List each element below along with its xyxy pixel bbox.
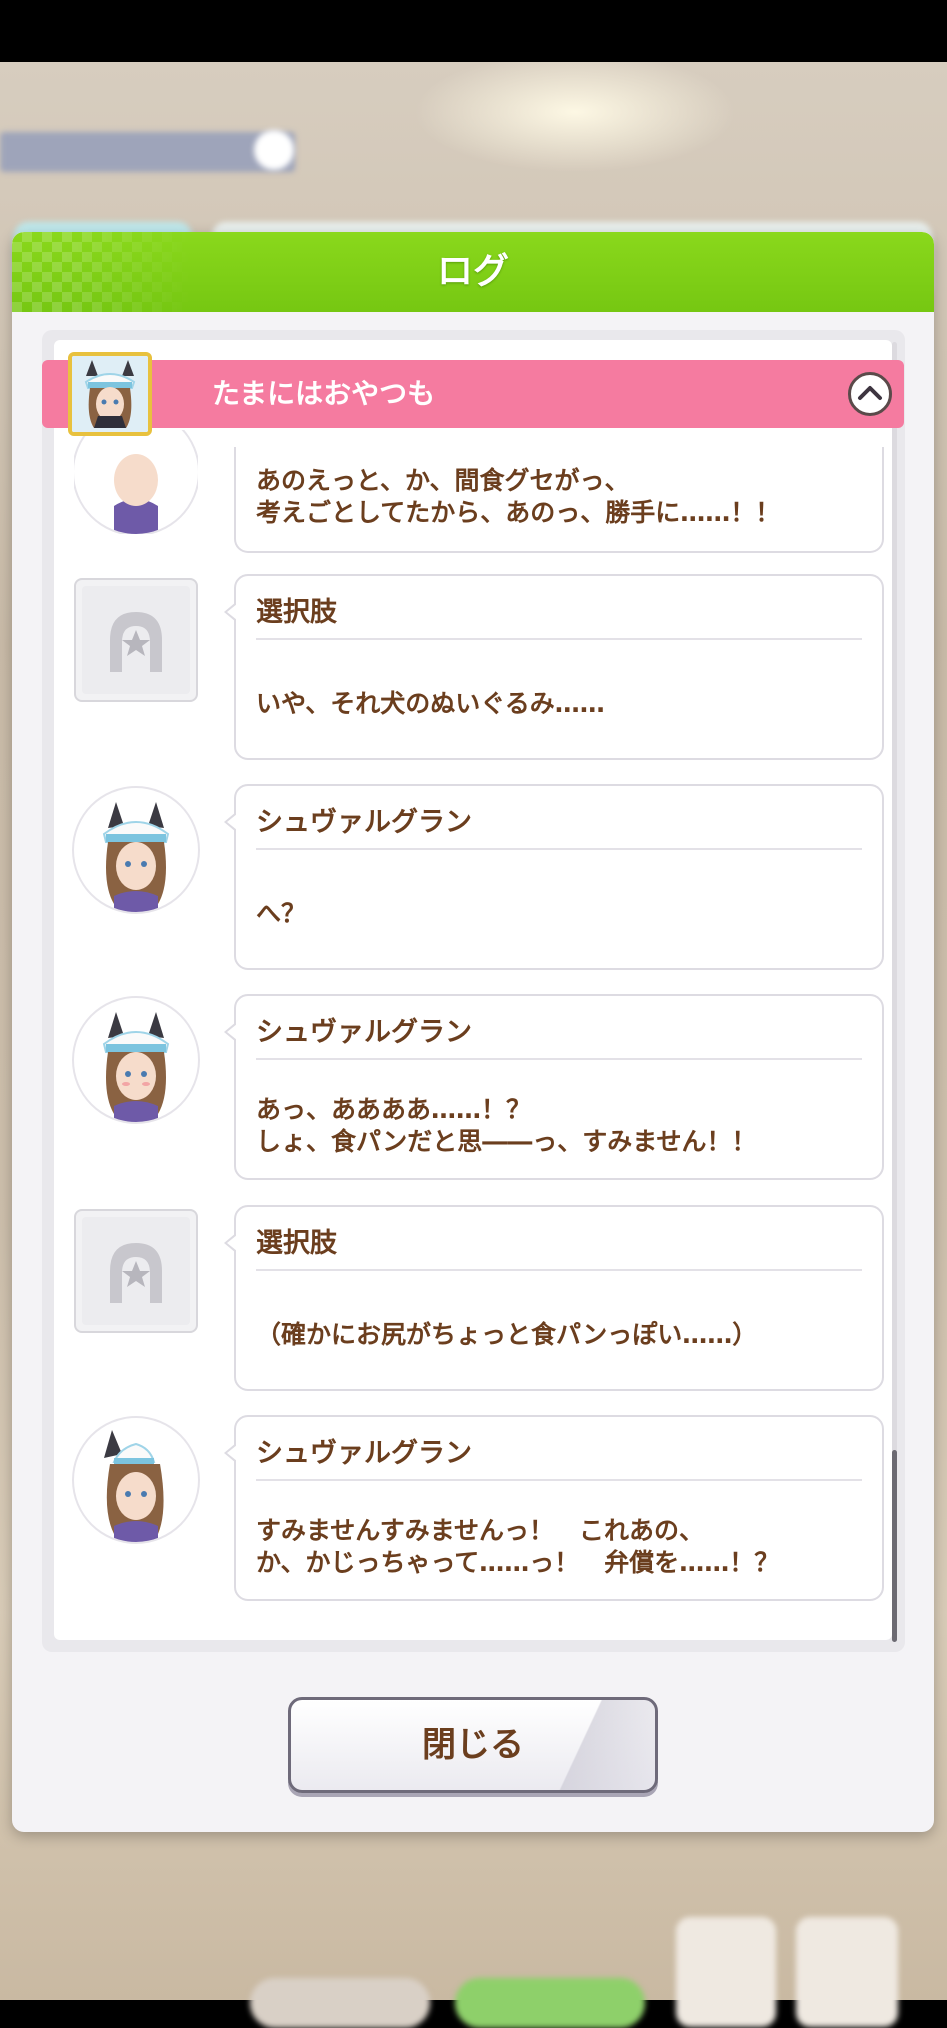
background-log-button xyxy=(676,1917,776,2027)
entry-line: （確かにお尻がちょっと食パンっぽい……） xyxy=(256,1320,758,1349)
entry-speaker: 選択肢 xyxy=(256,597,337,628)
entry-divider xyxy=(256,638,862,640)
horseshoe-choice-icon xyxy=(74,578,198,702)
chapter-thumbnail-icon xyxy=(68,352,152,436)
entry-divider xyxy=(256,1058,862,1060)
dialog-title: ログ xyxy=(436,251,509,292)
entry-divider xyxy=(256,1269,862,1271)
scrollbar-track[interactable] xyxy=(892,342,897,1642)
entry-line: へ？ xyxy=(256,899,307,928)
entry-line: いや、それ犬のぬいぐるみ…… xyxy=(256,689,605,718)
entry-line: しょ、食パンだと思――っ、すみません！！ xyxy=(256,1127,757,1156)
chapter-header[interactable] xyxy=(42,360,904,428)
chapter-title: たまにはおやつも xyxy=(212,377,436,410)
entry-line: 考えごとしてたから、あのっ、勝手に……！！ xyxy=(256,498,781,527)
log-entry: 選択肢 （確かにお尻がちょっと食パンっぽい……） xyxy=(224,1205,884,1391)
entry-line: あっ、ああああ……！？ xyxy=(256,1095,532,1124)
background-badge xyxy=(254,130,294,170)
entry-speaker: 選択肢 xyxy=(256,1228,337,1259)
status-bar xyxy=(0,0,947,62)
background-menu-button xyxy=(796,1917,898,2027)
close-button-label: 閉じる xyxy=(422,1725,524,1765)
collapse-button[interactable] xyxy=(848,372,892,416)
entry-divider xyxy=(256,1479,862,1481)
close-button[interactable]: 閉じる xyxy=(288,1697,658,1793)
background-auto-button xyxy=(455,1978,645,2028)
log-entry: シュヴァルグラン すみませんすみませんっ！ これあの、 か、かじっちゃって……っ… xyxy=(224,1415,884,1601)
entry-line: か、かじっちゃって……っ！ 弁償を……！？ xyxy=(256,1548,780,1577)
character-portrait-icon xyxy=(74,1418,198,1542)
character-portrait-icon xyxy=(74,788,198,912)
scrollbar-thumb[interactable] xyxy=(892,1450,897,1642)
log-entry: シュヴァルグラン あっ、ああああ……！？ しょ、食パンだと思――っ、すみません！… xyxy=(224,994,884,1180)
entry-speaker: シュヴァルグラン xyxy=(256,1017,472,1048)
entry-divider xyxy=(256,848,862,850)
entry-line: あのえっと、か、間食グセがっ、 xyxy=(256,466,630,495)
background-skip-button xyxy=(250,1978,430,2028)
entry-speaker: シュヴァルグラン xyxy=(256,807,472,838)
entry-line: すみませんすみませんっ！ これあの、 xyxy=(256,1516,705,1545)
log-entry: シュヴァルグラン へ？ xyxy=(224,784,884,970)
character-portrait-icon xyxy=(74,998,198,1122)
dialog-header: ログ xyxy=(12,232,934,312)
log-dialog: ログ あのえっと、か、間食グセがっ、 考えごとしてたから、あのっ、勝手に……！！ xyxy=(12,232,934,1832)
background-name-plate xyxy=(0,132,295,172)
log-entry: 選択肢 いや、それ犬のぬいぐるみ…… xyxy=(224,574,884,760)
log-entry: あのえっと、か、間食グセがっ、 考えごとしてたから、あのっ、勝手に……！！ xyxy=(234,447,884,553)
entry-speaker: シュヴァルグラン xyxy=(256,1438,472,1469)
horseshoe-choice-icon xyxy=(74,1209,198,1333)
chevron-up-icon xyxy=(858,386,882,400)
